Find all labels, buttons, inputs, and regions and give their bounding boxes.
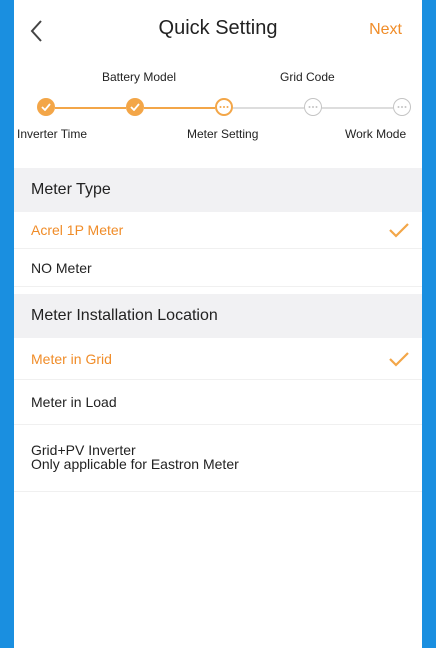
step-inverter-time[interactable] <box>37 98 55 116</box>
next-button[interactable]: Next <box>369 21 402 39</box>
step-grid-code[interactable] <box>304 98 322 116</box>
step-connector <box>233 107 304 109</box>
check-circle-icon <box>41 103 51 111</box>
step-work-mode[interactable] <box>393 98 411 116</box>
step-connector <box>55 107 126 109</box>
page-title: Quick Setting <box>158 17 278 39</box>
option-label: Meter in Load <box>31 394 117 410</box>
step-label-grid-code: Grid Code <box>280 70 335 84</box>
option-grid-pv-inverter[interactable]: Grid+PV Inverter Only applicable for Eas… <box>14 425 422 492</box>
ellipsis-circle-icon <box>397 106 407 108</box>
option-label: NO Meter <box>31 259 92 276</box>
step-meter-setting[interactable] <box>215 98 233 116</box>
option-label: Acrel 1P Meter <box>31 222 124 238</box>
checkmark-icon <box>389 351 409 367</box>
check-circle-icon <box>130 103 140 111</box>
section-meter-location: Meter Installation Location <box>14 294 422 338</box>
option-no-meter[interactable]: NO Meter <box>14 249 422 287</box>
section-meter-type: Meter Type <box>14 168 422 212</box>
step-connector <box>144 107 215 109</box>
step-connector <box>322 107 393 109</box>
progress-stepper: Battery Model Grid Code Inverter Time Me… <box>14 62 422 156</box>
step-label-battery-model: Battery Model <box>102 70 177 84</box>
ellipsis-circle-icon <box>219 106 229 108</box>
header: Quick Setting Next <box>14 0 422 62</box>
option-label: Grid+PV Inverter <box>31 442 136 458</box>
ellipsis-circle-icon <box>308 106 318 108</box>
option-acrel-1p-meter[interactable]: Acrel 1P Meter <box>14 212 422 249</box>
app-screen: Quick Setting Next Battery Model Grid Co… <box>14 0 422 648</box>
step-label-meter-setting: Meter Setting <box>187 127 259 141</box>
step-label-inverter-time: Inverter Time <box>17 127 88 141</box>
option-meter-in-grid[interactable]: Meter in Grid <box>14 338 422 380</box>
checkmark-icon <box>389 223 409 238</box>
option-meter-in-load[interactable]: Meter in Load <box>14 380 422 425</box>
option-sublabel: Only applicable for Eastron Meter <box>31 456 239 472</box>
step-battery-model[interactable] <box>126 98 144 116</box>
option-label: Meter in Grid <box>31 350 112 367</box>
step-label-work-mode: Work Mode <box>345 127 407 141</box>
